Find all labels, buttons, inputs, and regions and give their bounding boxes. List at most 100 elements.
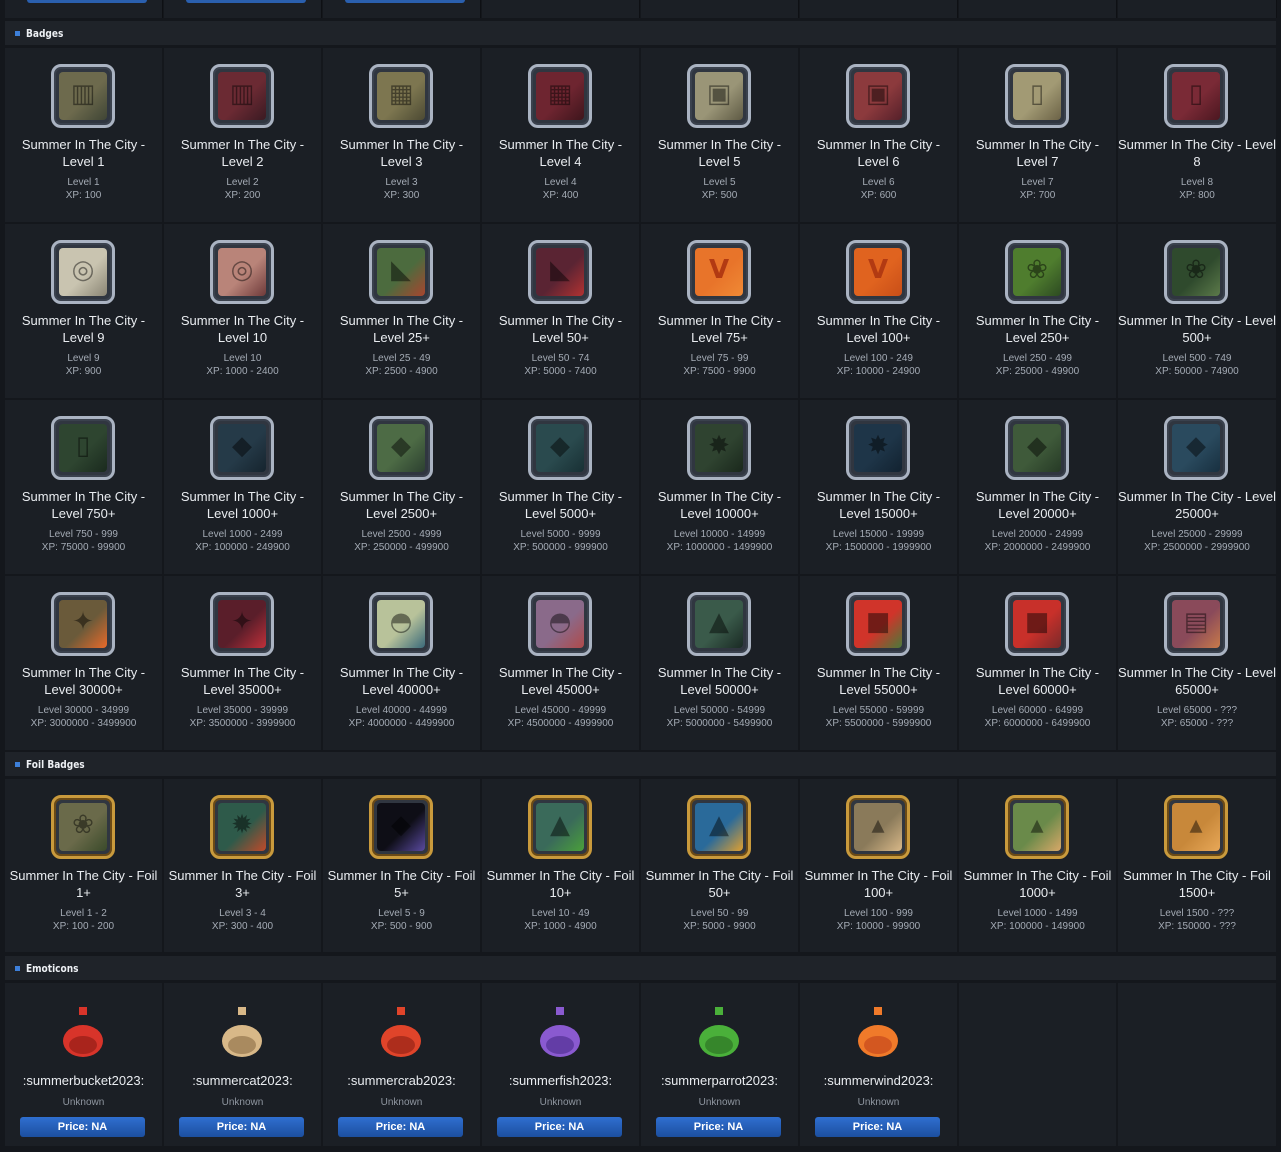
badge-requirements: Level 10 XP: 1000 - 2400 — [164, 352, 321, 378]
wind-icon: ✦ — [210, 592, 274, 656]
emoticon-status: Unknown — [62, 1097, 105, 1108]
badge-xp: XP: 100 — [65, 190, 102, 201]
badge-card[interactable]: ▯ Summer In The City - Level 7 Level 7 XP: … — [959, 48, 1116, 222]
badge-requirements: Level 750 - 999 XP: 75000 - 99900 — [5, 528, 162, 554]
fish-icon: ◆ — [369, 416, 433, 480]
flag-icon: ◣ — [528, 240, 592, 304]
badge-card[interactable]: ▯ Summer In The City - Level 8 Level 8 XP: … — [1118, 48, 1276, 222]
fish-icon — [532, 1001, 588, 1063]
badge-xp: XP: 2500 - 4900 — [365, 366, 438, 377]
fan-icon: ◎ — [51, 240, 115, 304]
bullet-icon — [15, 965, 20, 971]
badge-card[interactable]: ▣ Summer In The City - Level 6 Level 6 XP: … — [800, 48, 957, 222]
badge-xp: XP: 2500000 - 2999900 — [1144, 542, 1250, 553]
pipe-icon: ▯ — [51, 416, 115, 480]
price-button[interactable]: Price: NA — [338, 1117, 463, 1137]
badge-name: Summer In The City - Level 60000+ — [975, 665, 1100, 697]
V-icon: V — [687, 240, 751, 304]
badge-card[interactable]: ■ Summer In The City - Level 55000+ Level … — [800, 576, 957, 750]
badge-card[interactable]: ❀ Summer In The City - Level 250+ Level 25… — [959, 224, 1116, 398]
badge-card[interactable]: ▴ Summer In The City - Foil 100+ Level 100… — [800, 779, 957, 952]
emoticon-card[interactable]: :summerbucket2023: Unknown Price: NA — [5, 983, 162, 1146]
badge-xp: XP: 400 — [542, 190, 579, 201]
badge-card[interactable]: ❀ Summer In The City - Level 500+ Level 50… — [1118, 224, 1276, 398]
badge-card[interactable]: ▥ Summer In The City - Level 1 Level 1 XP: … — [5, 48, 162, 222]
badge-card[interactable]: ▯ Summer In The City - Level 750+ Level 75… — [5, 400, 162, 574]
badge-card[interactable]: ◆ Summer In The City - Level 2500+ Level 2… — [323, 400, 480, 574]
price-button[interactable]: Price: NA — [497, 1117, 622, 1137]
badge-card[interactable]: ▴ Summer In The City - Foil 1000+ Level 10… — [959, 779, 1116, 952]
bullet-icon — [15, 761, 20, 767]
badge-card[interactable]: ▦ Summer In The City - Level 4 Level 4 XP: … — [482, 48, 639, 222]
bucket-glyph: ■ — [1024, 607, 1050, 637]
leaf-glyph: ❀ — [1026, 255, 1048, 285]
badge-card[interactable]: ◎ Summer In The City - Level 9 Level 9 XP: … — [5, 224, 162, 398]
badge-name: Summer In The City - Level 30000+ — [21, 665, 146, 697]
badge-card[interactable]: ◓ Summer In The City - Level 45000+ Level … — [482, 576, 639, 750]
badge-card[interactable]: V Summer In The City - Level 100+ Level 10… — [800, 224, 957, 398]
badge-requirements: Level 65000 - ??? XP: 65000 - ??? — [1118, 704, 1276, 730]
badge-card[interactable]: ▣ Summer In The City - Level 5 Level 5 XP: … — [641, 48, 798, 222]
emoticon-card[interactable]: :summercat2023: Unknown Price: NA — [164, 983, 321, 1146]
badge-card[interactable]: ▥ Summer In The City - Level 2 Level 2 XP: … — [164, 48, 321, 222]
badge-xp: XP: 1000 - 4900 — [524, 921, 597, 932]
emoticon-card[interactable]: :summerparrot2023: Unknown Price: NA — [641, 983, 798, 1146]
badge-card[interactable]: ◆ Summer In The City - Level 20000+ Level … — [959, 400, 1116, 574]
pipe-icon: ▯ — [1164, 64, 1228, 128]
badge-name: Summer In The City - Level 25000+ — [1118, 489, 1276, 521]
badge-requirements: Level 15000 - 19999 XP: 1500000 - 1999900 — [800, 528, 957, 554]
emoticon-card[interactable]: :summercrab2023: Unknown Price: NA — [323, 983, 480, 1146]
umbrella-glyph: ◓ — [389, 607, 413, 637]
cabinet-icon: ▥ — [51, 64, 115, 128]
badge-requirements: Level 1000 - 2499 XP: 100000 - 249900 — [164, 528, 321, 554]
badge-name: Summer In The City - Level 50000+ — [657, 665, 782, 697]
leaf-icon: ❀ — [1164, 240, 1228, 304]
price-button[interactable]: Price: NA — [179, 1117, 304, 1137]
badge-xp: XP: 4500000 - 4999900 — [507, 718, 614, 729]
badge-xp: XP: 2000000 - 2499900 — [984, 542, 1091, 553]
badge-card[interactable]: ◆ Summer In The City - Level 1000+ Level 1… — [164, 400, 321, 574]
badge-card[interactable]: V Summer In The City - Level 75+ Level 75 … — [641, 224, 798, 398]
emoticon-card[interactable]: :summerwind2023: Unknown Price: NA — [800, 983, 957, 1146]
badge-xp: XP: 200 — [224, 190, 261, 201]
emoticon-name: :summerbucket2023: — [22, 1073, 145, 1088]
previous-price-button[interactable] — [345, 0, 465, 3]
badge-requirements: Level 20000 - 24999 XP: 2000000 - 2499900 — [959, 528, 1116, 554]
badge-name: Summer In The City - Level 4 — [498, 137, 623, 169]
badge-name: Summer In The City - Level 40000+ — [339, 665, 464, 697]
badge-level-range: Level 5000 - 9999 — [520, 529, 601, 540]
badge-card[interactable]: ◆ Summer In The City - Foil 5+ Level 5 - 9… — [323, 779, 480, 952]
badge-card[interactable]: ✦ Summer In The City - Level 30000+ Level … — [5, 576, 162, 750]
badge-card[interactable]: ■ Summer In The City - Level 60000+ Level … — [959, 576, 1116, 750]
badge-card[interactable]: ▦ Summer In The City - Level 3 Level 3 XP: … — [323, 48, 480, 222]
badge-card[interactable]: ◣ Summer In The City - Level 50+ Level 50 … — [482, 224, 639, 398]
badge-card[interactable]: ◆ Summer In The City - Level 5000+ Level 5… — [482, 400, 639, 574]
badge-card[interactable]: ✸ Summer In The City - Level 10000+ Level … — [641, 400, 798, 574]
badge-card[interactable]: ◆ Summer In The City - Level 25000+ Level … — [1118, 400, 1276, 574]
badge-xp: XP: 100000 - 249900 — [195, 542, 290, 553]
emoticon-card[interactable]: :summerfish2023: Unknown Price: NA — [482, 983, 639, 1146]
price-button[interactable]: Price: NA — [656, 1117, 781, 1137]
badge-card[interactable]: ▲ Summer In The City - Level 50000+ Level … — [641, 576, 798, 750]
badge-card[interactable]: ▤ Summer In The City - Level 65000+ Level … — [1118, 576, 1276, 750]
badge-level-range: Level 2 — [226, 177, 259, 188]
badge-card[interactable]: ✸ Summer In The City - Level 15000+ Level … — [800, 400, 957, 574]
umbrella-icon: ◓ — [369, 592, 433, 656]
badge-name: Summer In The City - Level 2 — [180, 137, 305, 169]
badge-card[interactable]: ▲ Summer In The City - Foil 10+ Level 10 -… — [482, 779, 639, 952]
previous-price-button[interactable] — [27, 0, 147, 3]
badge-card[interactable]: ◣ Summer In The City - Level 25+ Level 25 … — [323, 224, 480, 398]
badge-card[interactable]: ▲ Summer In The City - Foil 50+ Level 50 -… — [641, 779, 798, 952]
badge-xp: XP: 500000 - 999900 — [513, 542, 608, 553]
badge-card[interactable]: ▴ Summer In The City - Foil 1500+ Level 15… — [1118, 779, 1276, 952]
badge-card[interactable]: ✹ Summer In The City - Foil 3+ Level 3 - 4… — [164, 779, 321, 952]
badge-name: Summer In The City - Level 6 — [816, 137, 941, 169]
previous-price-button[interactable] — [186, 0, 306, 3]
emoticon-name: :summercat2023: — [192, 1073, 293, 1088]
price-button[interactable]: Price: NA — [20, 1117, 145, 1137]
price-button[interactable]: Price: NA — [815, 1117, 940, 1137]
badge-card[interactable]: ❀ Summer In The City - Foil 1+ Level 1 - 2… — [5, 779, 162, 952]
badge-card[interactable]: ◎ Summer In The City - Level 10 Level 10 XP… — [164, 224, 321, 398]
badge-card[interactable]: ◓ Summer In The City - Level 40000+ Level … — [323, 576, 480, 750]
badge-card[interactable]: ✦ Summer In The City - Level 35000+ Level … — [164, 576, 321, 750]
